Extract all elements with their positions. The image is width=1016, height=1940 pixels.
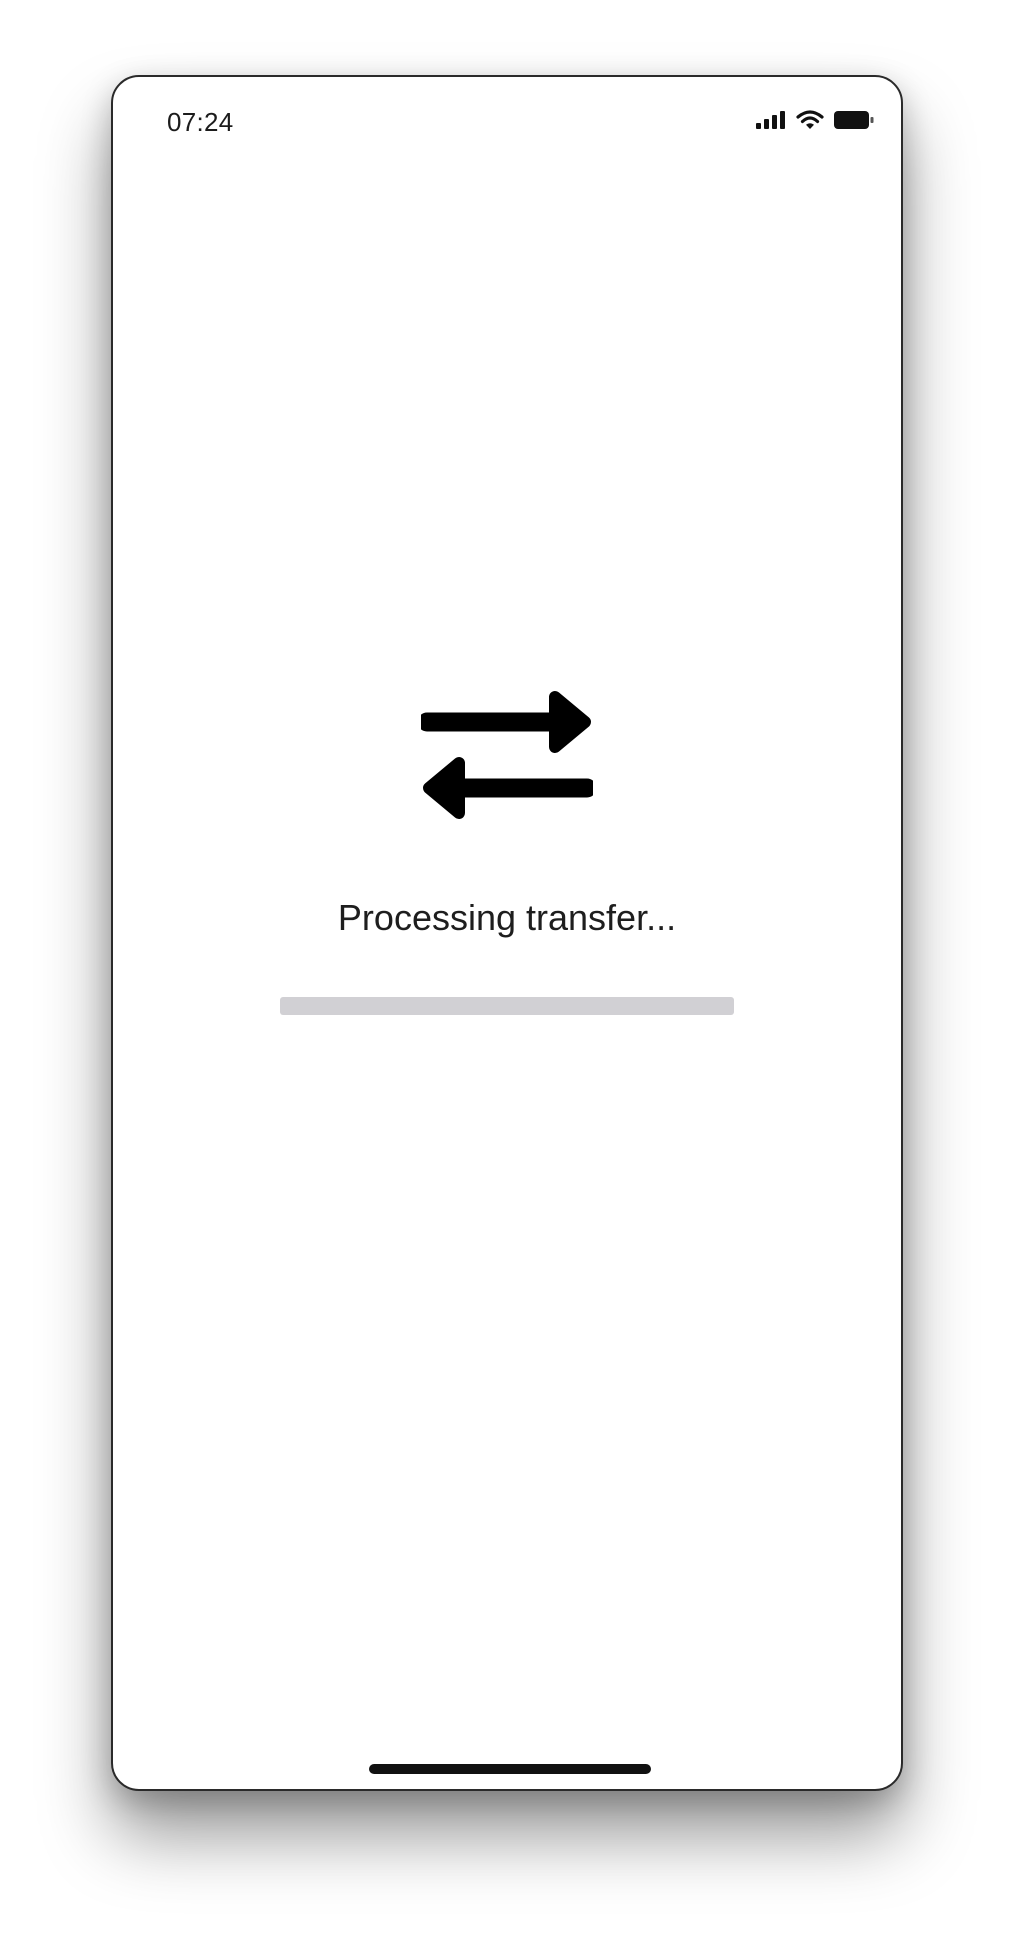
- processing-status-text: Processing transfer...: [337, 897, 677, 938]
- battery-icon: [833, 109, 875, 131]
- status-bar: 07:24: [113, 77, 901, 167]
- home-indicator[interactable]: [369, 1764, 651, 1774]
- transfer-status-panel: Processing transfer...: [113, 687, 901, 1015]
- transfer-arrows-icon: [421, 687, 593, 823]
- cellular-signal-icon: [755, 110, 787, 130]
- phone-screen: 07:24 Processing transfer...: [111, 75, 903, 1791]
- status-time: 07:24: [167, 107, 234, 137]
- progress-bar: [280, 997, 734, 1015]
- wifi-icon: [796, 109, 824, 131]
- status-icons: [755, 109, 875, 131]
